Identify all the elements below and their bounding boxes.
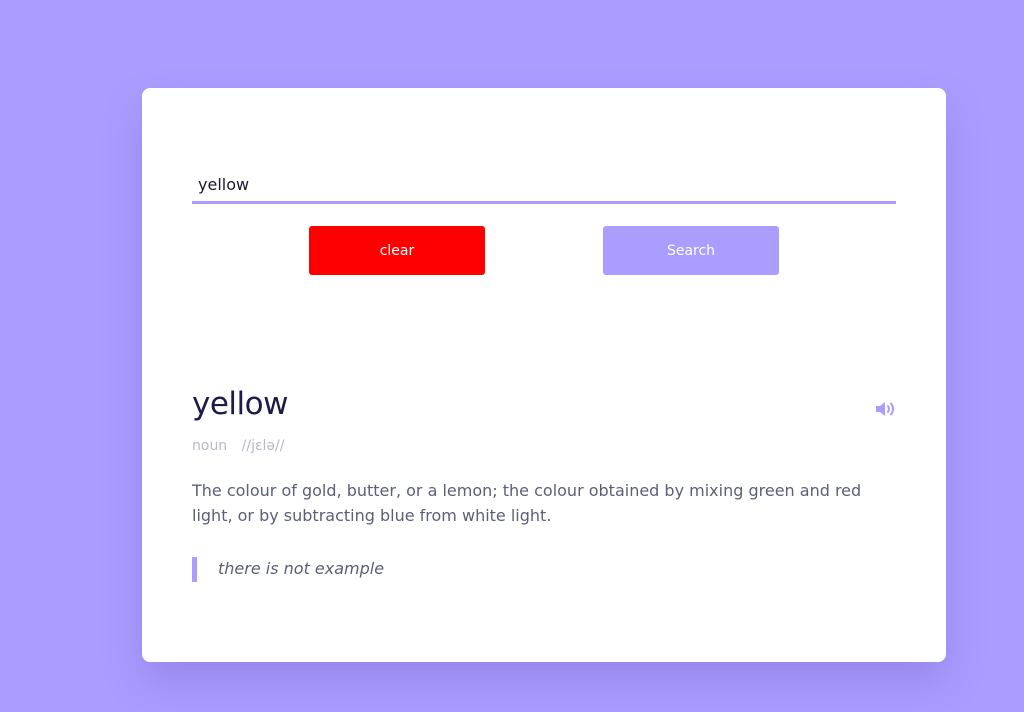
clear-button[interactable]: clear: [309, 226, 485, 275]
example-accent-bar: [192, 557, 197, 582]
search-input[interactable]: [192, 168, 896, 204]
search-button[interactable]: Search: [603, 226, 779, 275]
part-of-speech: noun: [192, 438, 228, 454]
phonetic: //jɛlə//: [241, 438, 285, 454]
word-meta: noun //jɛlə//: [192, 438, 284, 454]
example-text: there is not example: [218, 559, 385, 578]
speaker-icon[interactable]: [874, 400, 898, 418]
definition-text: The colour of gold, butter, or a lemon; …: [192, 481, 862, 525]
result-word: yellow: [192, 386, 288, 422]
dictionary-card: clear Search yellow noun //jɛlə// The co…: [142, 88, 946, 662]
